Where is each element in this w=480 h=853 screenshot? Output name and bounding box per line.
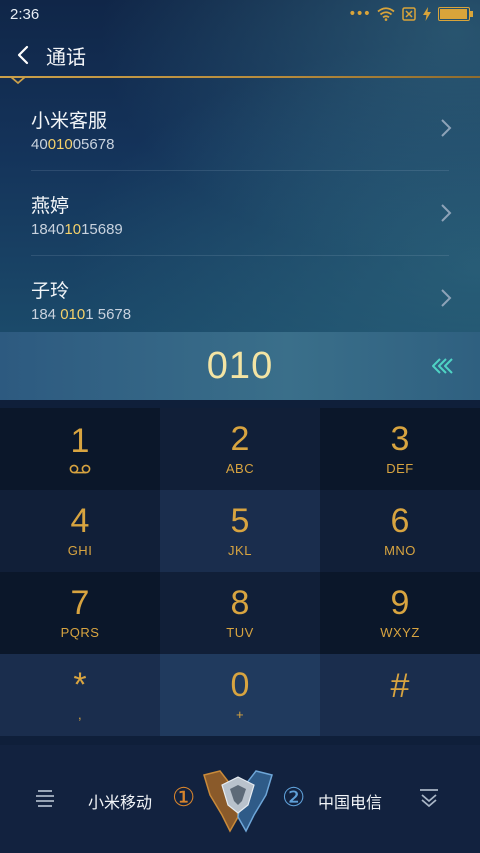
key-3[interactable]: 3 DEF: [320, 408, 480, 490]
dial-keypad: 1 2 ABC 3 DEF 4 GHI 5 JKL 6 MNO 7 PQRS 8…: [0, 408, 480, 736]
key-1[interactable]: 1: [0, 408, 160, 490]
menu-icon[interactable]: [32, 785, 58, 811]
key-letters: PQRS: [60, 625, 100, 640]
key-letters: TUV: [226, 625, 254, 640]
key-letters: +: [235, 707, 245, 722]
key-digit: #: [390, 667, 410, 705]
emblem-icon[interactable]: [200, 765, 276, 835]
more-dots-icon: •••: [348, 6, 371, 22]
sim1-index: ①: [172, 783, 196, 813]
back-icon: [17, 45, 29, 65]
contact-number: 184 0101 5678: [31, 306, 132, 323]
key-letters: JKL: [228, 543, 252, 558]
sim2-index: ②: [282, 783, 306, 813]
key-letters: GHI: [67, 543, 93, 558]
contact-number: 4001005678: [31, 136, 115, 153]
status-icons: •••: [348, 6, 473, 22]
dialed-number: 010: [206, 344, 274, 387]
key-digit: 3: [390, 420, 410, 458]
chevron-right-icon: [441, 204, 452, 222]
contact-name: 子玲: [31, 280, 70, 302]
key-digit: 1: [70, 422, 90, 460]
wifi-icon: [377, 7, 395, 21]
key-digit: 5: [230, 502, 250, 540]
battery-icon: [438, 7, 473, 21]
key-9[interactable]: 9 WXYZ: [320, 572, 480, 654]
key-digit: *: [73, 666, 87, 704]
dialed-number-bar: 010: [0, 332, 480, 400]
app-header: 通话: [0, 34, 480, 76]
back-button[interactable]: [0, 34, 46, 76]
key-6[interactable]: 6 MNO: [320, 490, 480, 572]
bottom-bar: 小米移动 ① ② 中国电信: [0, 745, 480, 853]
key-digit: 7: [70, 584, 90, 622]
contact-row[interactable]: 小米客服 4001005678: [0, 86, 480, 170]
key-4[interactable]: 4 GHI: [0, 490, 160, 572]
status-bar: 2:36 •••: [0, 0, 480, 28]
key-2[interactable]: 2 ABC: [160, 408, 320, 490]
key-digit: 6: [390, 502, 410, 540]
page-title: 通话: [46, 44, 86, 69]
key-0[interactable]: 0 +: [160, 654, 320, 736]
contact-name: 燕婷: [31, 195, 70, 217]
sim2-call-button[interactable]: 中国电信: [318, 789, 382, 813]
header-divider: [0, 76, 480, 78]
key-star[interactable]: * ,: [0, 654, 160, 736]
charging-icon: [423, 7, 431, 21]
key-letters: ABC: [225, 461, 255, 476]
hide-keypad-icon[interactable]: [416, 785, 442, 811]
chevron-right-icon: [441, 289, 452, 307]
key-letters: WXYZ: [380, 625, 420, 640]
key-letters: MNO: [384, 543, 416, 558]
chevron-right-icon: [441, 119, 452, 137]
key-hash[interactable]: #: [320, 654, 480, 736]
key-letters: DEF: [386, 461, 414, 476]
sim1-call-button[interactable]: 小米移动: [88, 789, 152, 813]
contact-row[interactable]: 子玲 184 0101 5678: [0, 256, 480, 340]
header-ornament-icon: [10, 77, 26, 85]
key-digit: 4: [70, 502, 90, 540]
backspace-icon: [432, 358, 453, 374]
key-5[interactable]: 5 JKL: [160, 490, 320, 572]
key-digit: 9: [390, 584, 410, 622]
voicemail-icon: [69, 464, 91, 474]
contact-name: 小米客服: [31, 110, 108, 132]
sim-off-icon: [402, 7, 416, 21]
key-digit: 8: [230, 584, 250, 622]
key-digit: 0: [230, 666, 250, 704]
key-8[interactable]: 8 TUV: [160, 572, 320, 654]
contact-number: 18401015689: [31, 221, 123, 238]
key-letters: ,: [77, 707, 83, 722]
key-7[interactable]: 7 PQRS: [0, 572, 160, 654]
contact-row[interactable]: 燕婷 18401015689: [0, 171, 480, 255]
status-time: 2:36: [10, 5, 40, 23]
key-digit: 2: [230, 420, 250, 458]
backspace-button[interactable]: [428, 352, 456, 380]
